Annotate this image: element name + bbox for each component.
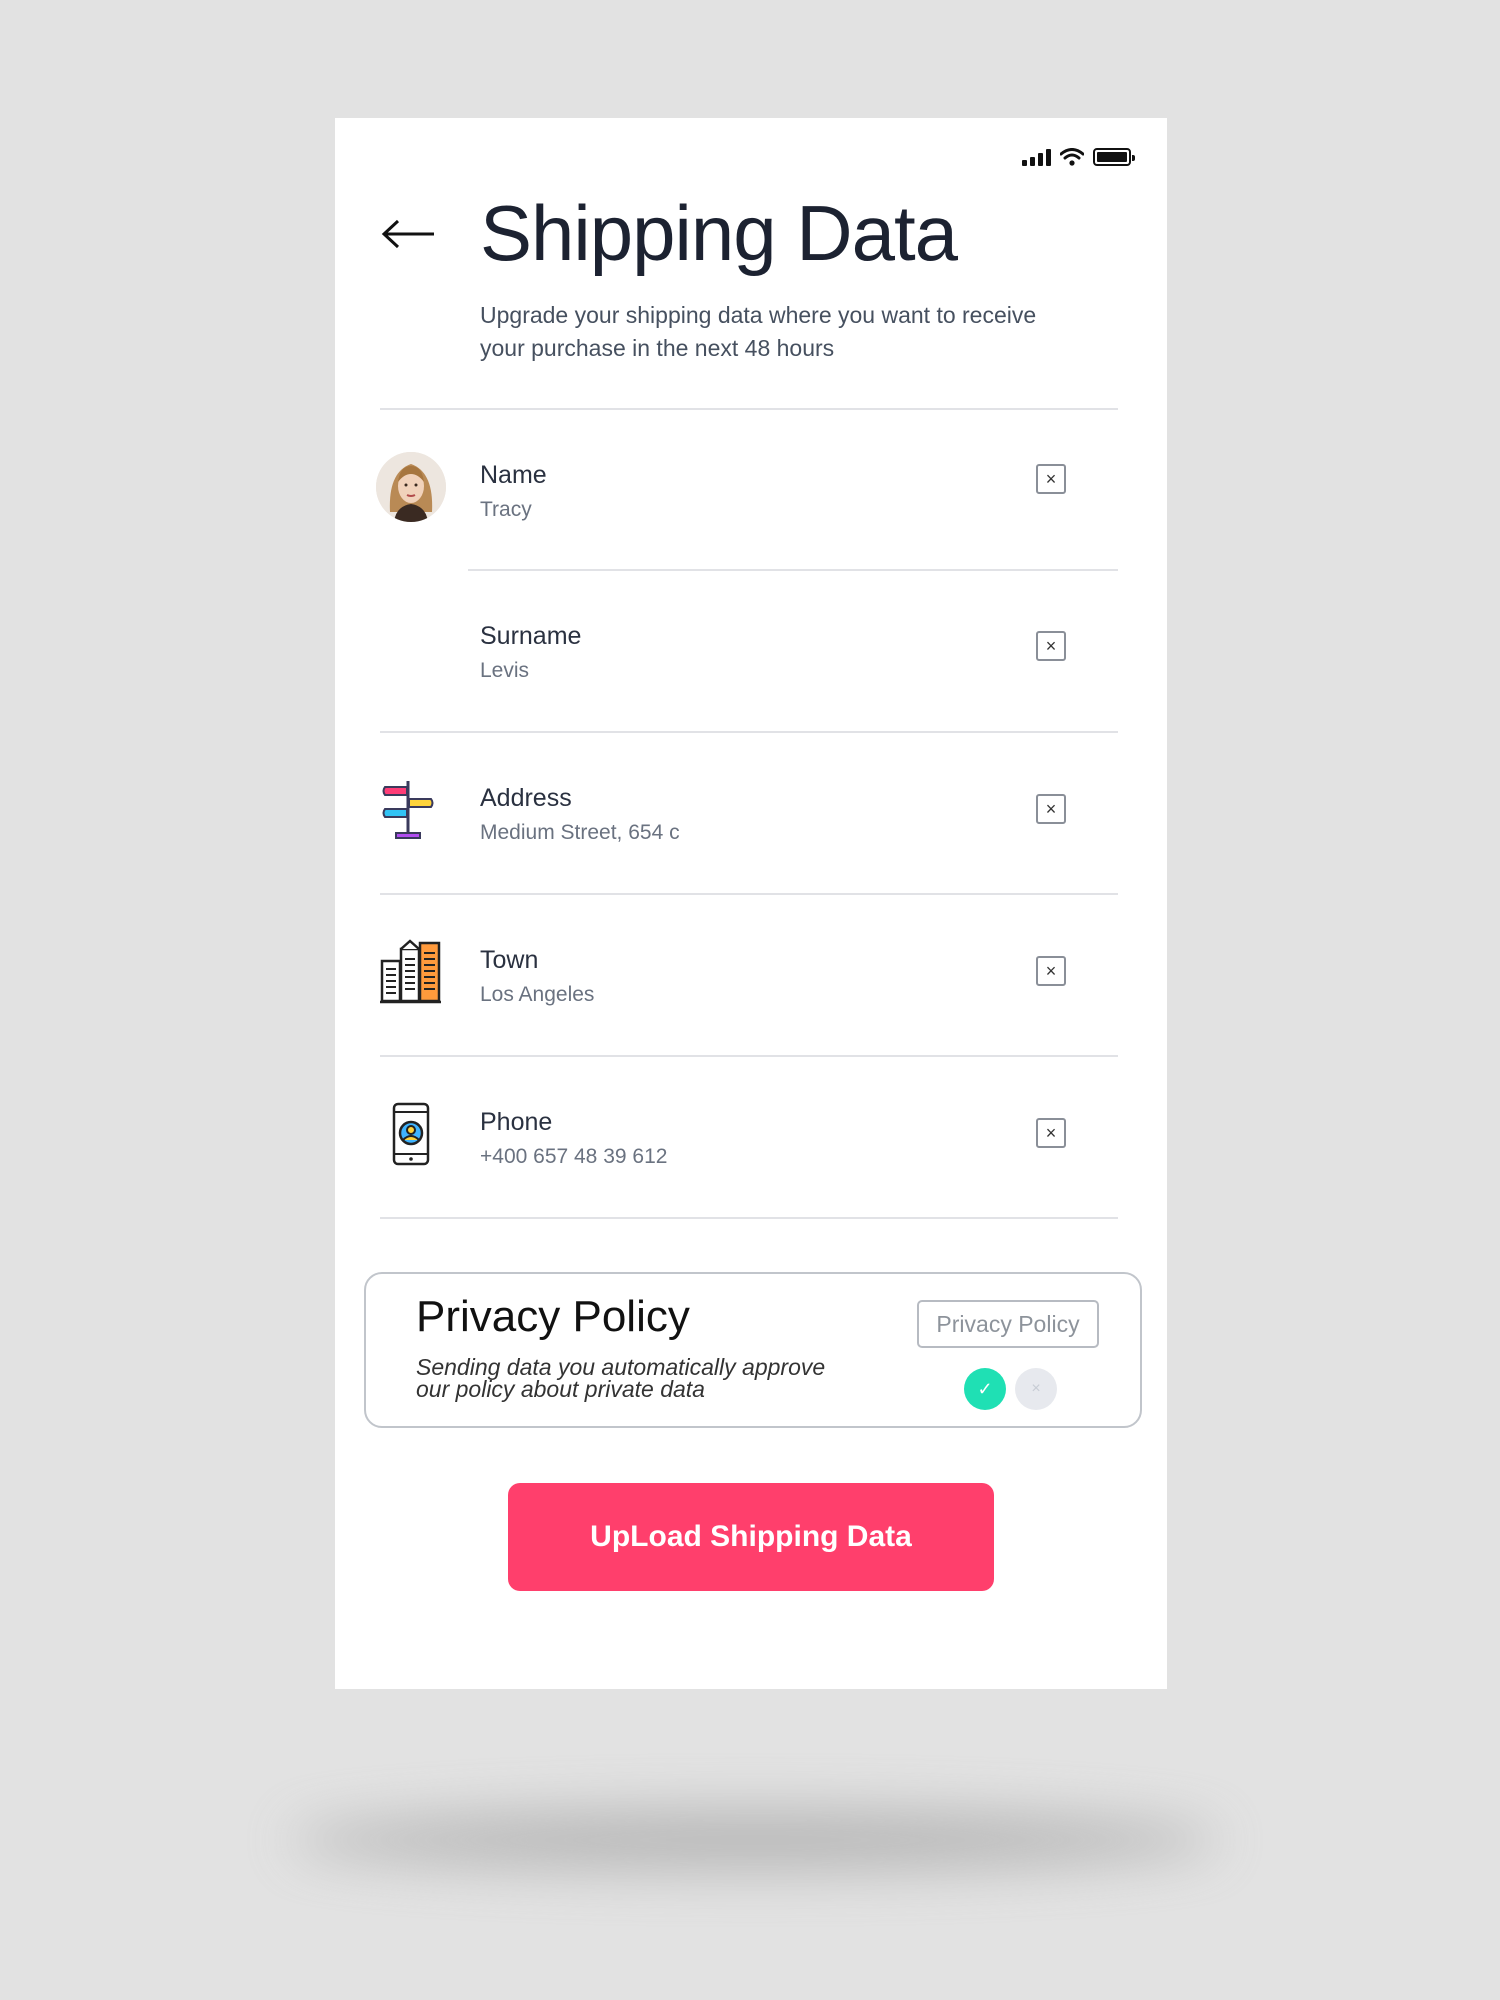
close-icon[interactable]: ×: [1036, 794, 1066, 824]
privacy-title: Privacy Policy: [416, 1292, 690, 1341]
smartphone-contact-icon: [376, 1097, 446, 1171]
decline-close-icon[interactable]: ×: [1015, 1368, 1057, 1410]
field-value[interactable]: +400 657 48 39 612: [480, 1145, 667, 1169]
page-title: Shipping Data: [480, 189, 958, 277]
accept-check-icon[interactable]: ✓: [964, 1368, 1006, 1410]
field-row-phone[interactable]: Phone +400 657 48 39 612 ×: [380, 1055, 1118, 1215]
divider: [380, 1217, 1118, 1219]
privacy-policy-card: Privacy Policy Sending data you automati…: [364, 1272, 1142, 1428]
signal-icon: [1022, 148, 1051, 166]
field-label: Surname: [480, 622, 582, 650]
field-row-name[interactable]: Name Tracy ×: [376, 408, 1118, 568]
field-value[interactable]: Medium Street, 654 c: [480, 821, 680, 845]
upload-shipping-data-button[interactable]: UpLoad Shipping Data: [508, 1483, 994, 1591]
field-value[interactable]: Levis: [480, 659, 529, 683]
battery-icon: [1093, 148, 1135, 166]
field-row-surname[interactable]: Surname Levis ×: [380, 569, 1118, 729]
status-bar: [1022, 148, 1135, 166]
avatar: [376, 450, 446, 524]
close-icon[interactable]: ×: [1036, 464, 1066, 494]
close-icon[interactable]: ×: [1036, 956, 1066, 986]
privacy-description: Sending data you automatically approve o…: [416, 1354, 826, 1402]
avatar-portrait-icon: [376, 452, 446, 522]
field-label: Address: [480, 784, 572, 812]
page-subtitle: Upgrade your shipping data where you wan…: [480, 302, 1037, 361]
signpost-icon: [376, 773, 446, 847]
city-buildings-icon: [376, 935, 446, 1009]
field-value[interactable]: Los Angeles: [480, 983, 594, 1007]
field-row-address[interactable]: Address Medium Street, 654 c ×: [380, 731, 1118, 891]
close-icon[interactable]: ×: [1036, 1118, 1066, 1148]
privacy-policy-button[interactable]: Privacy Policy: [917, 1300, 1099, 1348]
device-shadow: [290, 1810, 1220, 1870]
field-row-town[interactable]: Town Los Angeles ×: [380, 893, 1118, 1053]
field-label: Phone: [480, 1108, 553, 1136]
wifi-icon: [1060, 148, 1084, 166]
back-arrow-icon[interactable]: [380, 214, 438, 254]
phone-screen: Shipping Data Upgrade your shipping data…: [335, 118, 1167, 1689]
close-icon[interactable]: ×: [1036, 631, 1066, 661]
field-label: Town: [480, 946, 539, 974]
field-label: Name: [480, 461, 547, 489]
field-value[interactable]: Tracy: [480, 498, 532, 522]
